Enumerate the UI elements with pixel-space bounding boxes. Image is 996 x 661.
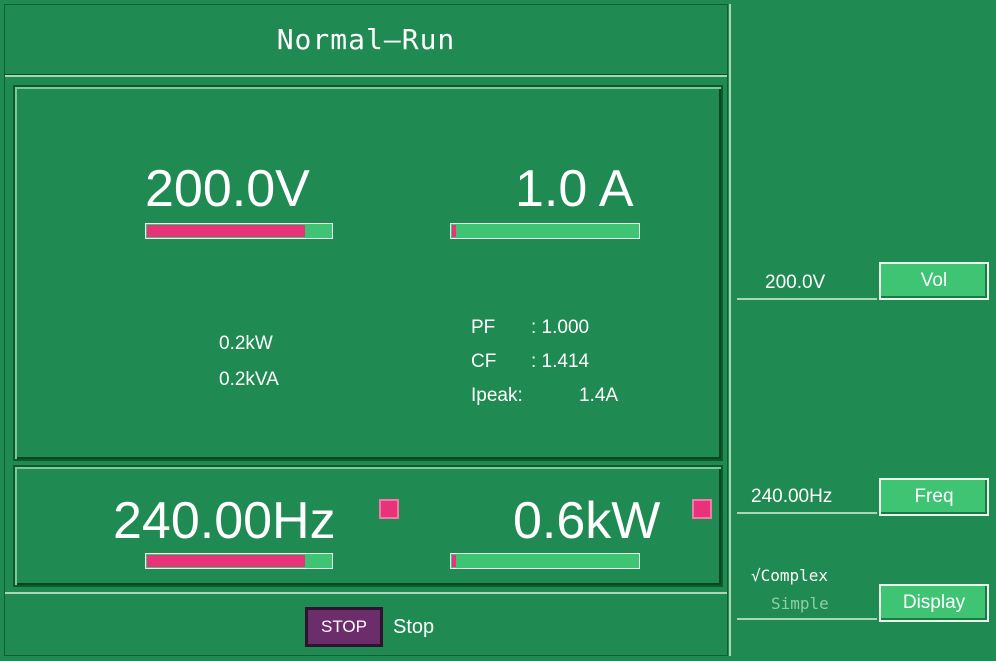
display-button[interactable]: Display (879, 584, 989, 622)
main-display: Normal—Run 200.0V 1.0 A 0.2kW 0.2kVA PF … (4, 4, 728, 656)
measurement-panel: 200.0V 1.0 A 0.2kW 0.2kVA PF : 1.000 CF … (13, 85, 723, 461)
display-option-complex: √Complex (751, 566, 829, 585)
status-bar: STOP Stop (5, 592, 727, 657)
power-bar (450, 553, 640, 569)
freq-button[interactable]: Freq (879, 478, 989, 516)
instrument-screen: Normal—Run 200.0V 1.0 A 0.2kW 0.2kVA PF … (0, 0, 996, 661)
voltage-bar-fill (147, 225, 305, 237)
page-title: Normal—Run (276, 23, 456, 56)
current-reading: 1.0 A (515, 160, 634, 218)
run-state-label: Stop (393, 616, 435, 638)
frequency-power-panel: 240.00Hz 0.6kW (13, 465, 723, 587)
apparent-power: 0.2kVA (219, 369, 279, 390)
softkey-panel: 200.0V Vol 240.00Hz Freq √Complex Simple… (729, 4, 992, 656)
display-option-simple: Simple (771, 594, 829, 613)
pf-value: : 1.000 (531, 317, 590, 338)
frequency-setting: 240.00Hz (751, 486, 833, 507)
power-indicator-icon (692, 499, 712, 519)
display-option-underline (737, 618, 877, 620)
voltage-reading: 200.0V (145, 160, 310, 218)
vol-button[interactable]: Vol (879, 262, 989, 300)
frequency-bar (145, 553, 333, 569)
ipeak-value: 1.4A (579, 385, 619, 406)
ipeak-label: Ipeak: (471, 385, 523, 406)
frequency-bar-fill (147, 555, 305, 567)
power-bar-fill (452, 555, 456, 567)
voltage-bar (145, 223, 333, 239)
pf-label: PF (471, 317, 496, 338)
power-reading: 0.6kW (513, 492, 661, 550)
frequency-setting-underline (737, 512, 877, 514)
cf-label: CF (471, 351, 497, 372)
current-bar (450, 223, 640, 239)
frequency-reading: 240.00Hz (113, 492, 336, 550)
current-bar-fill (452, 225, 456, 237)
cf-value: : 1.414 (531, 351, 590, 372)
active-power: 0.2kW (219, 333, 273, 354)
voltage-setting-underline (737, 298, 877, 300)
voltage-setting: 200.0V (765, 272, 826, 293)
stop-button[interactable]: STOP (305, 607, 383, 647)
title-bar: Normal—Run (5, 5, 727, 77)
frequency-indicator-icon (379, 499, 399, 519)
